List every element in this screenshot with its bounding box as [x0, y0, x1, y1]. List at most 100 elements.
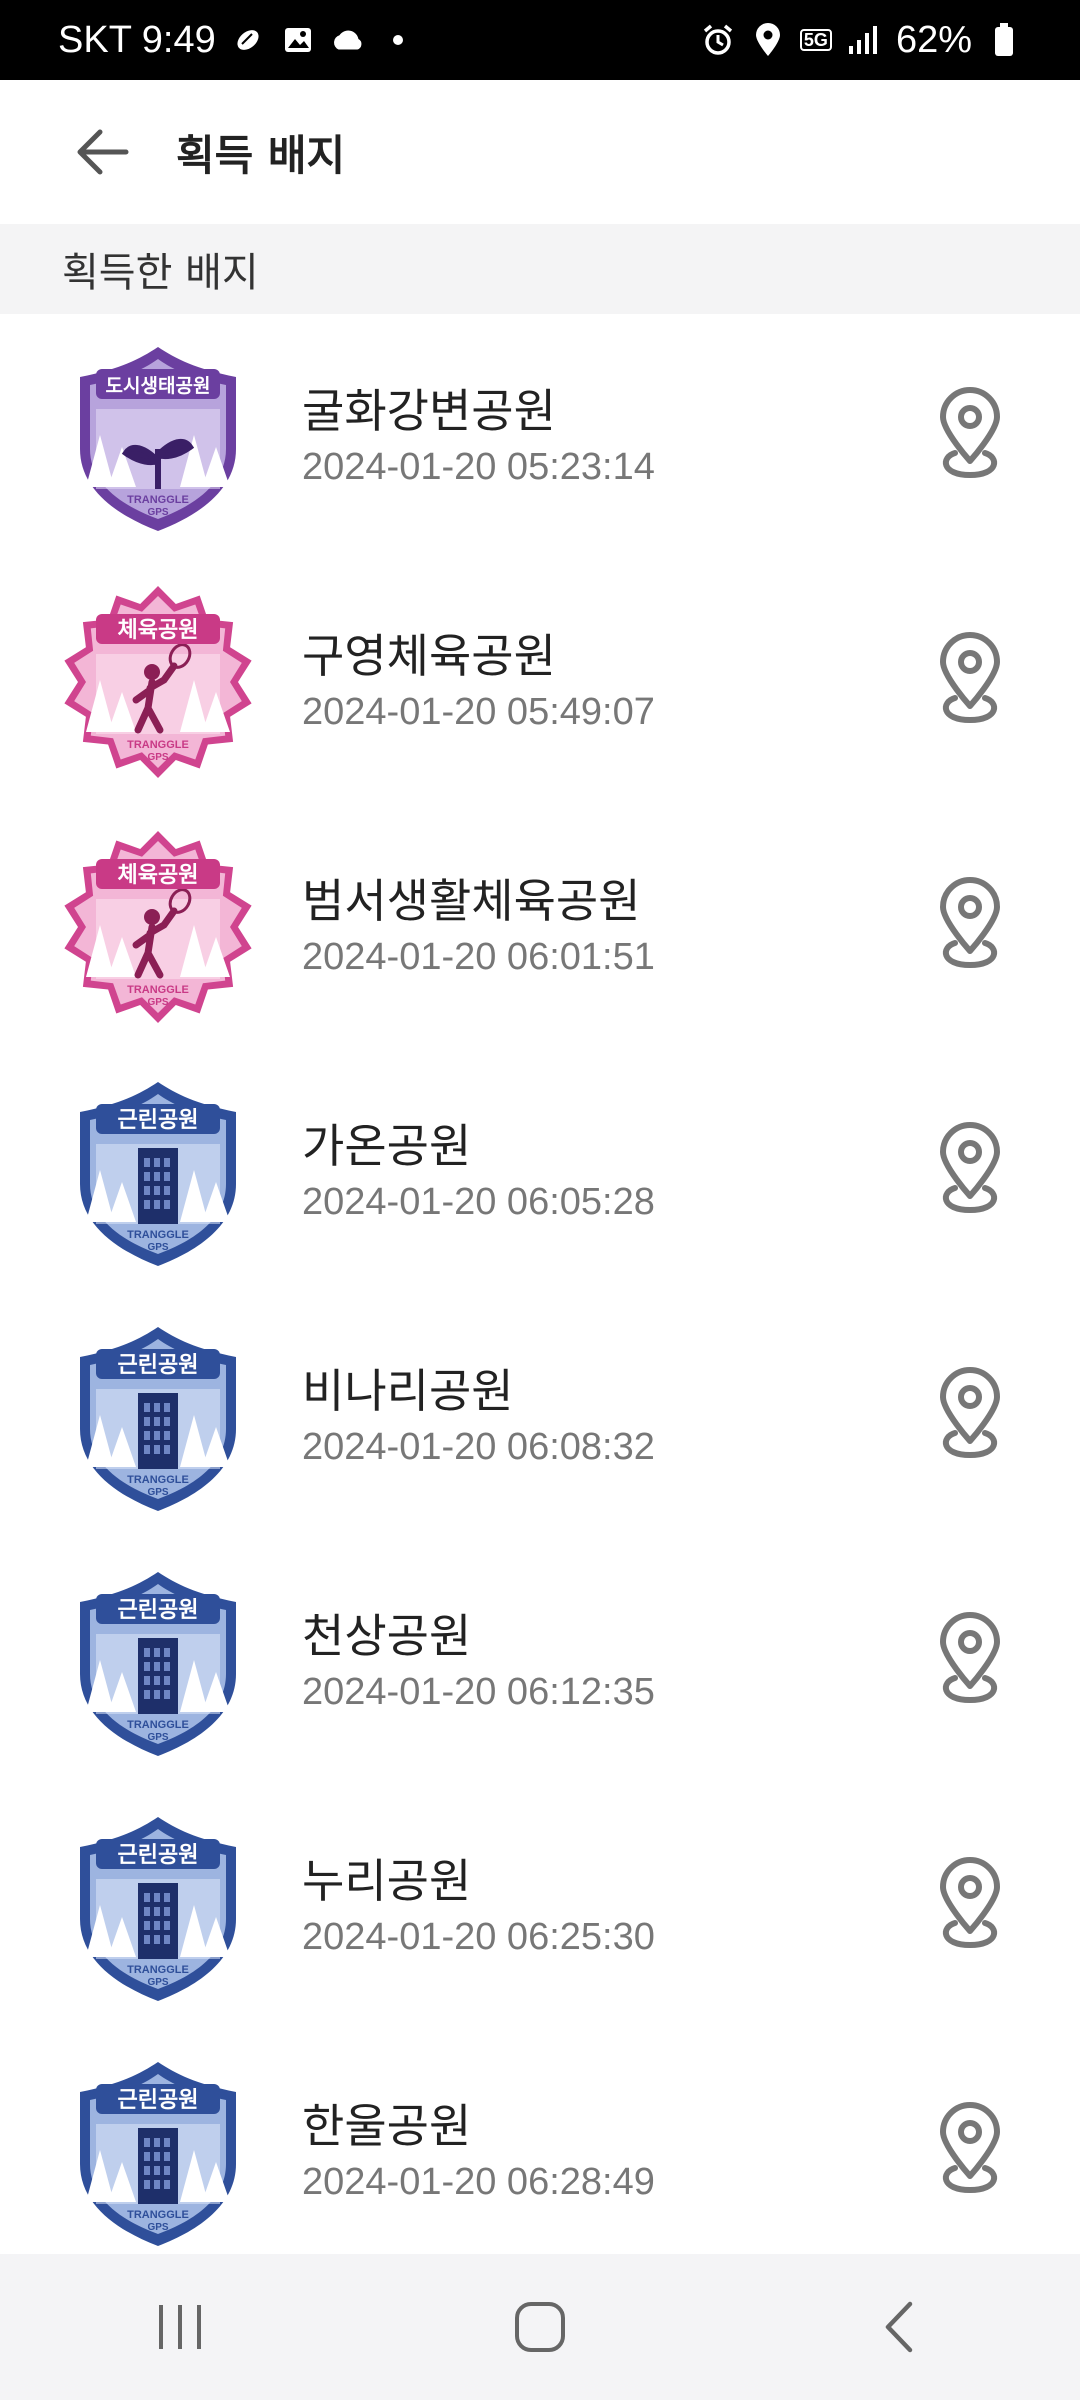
page-title: 획득 배지	[176, 130, 346, 180]
badge-info: 굴화강변공원 2024-01-20 05:23:14	[302, 381, 655, 493]
map-location-button[interactable]	[922, 872, 1018, 982]
badge-info: 범서생활체육공원 2024-01-20 06:01:51	[302, 871, 655, 983]
system-nav-bar	[0, 2254, 1080, 2400]
map-location-button[interactable]	[922, 1117, 1018, 1227]
svg-text:TRANGGLE: TRANGGLE	[127, 739, 189, 751]
svg-text:GPS: GPS	[147, 2222, 168, 2233]
svg-text:GPS: GPS	[147, 507, 168, 518]
badge-row[interactable]: 근린공원 TRANGGLE GPS 천상공원 2024-01-20 06:12:…	[0, 1539, 1080, 1784]
park-name: 천상공원	[302, 1608, 472, 1663]
svg-text:GPS: GPS	[147, 1732, 168, 1743]
acquired-date: 2024-01-20 05:49:07	[302, 690, 655, 733]
carrier-time: SKT 9:49	[58, 18, 216, 61]
map-pin-icon	[933, 630, 1007, 734]
network-type-badge: 5G	[799, 29, 832, 51]
svg-text:GPS: GPS	[147, 1242, 168, 1253]
badge-info: 천상공원 2024-01-20 06:12:35	[302, 1606, 655, 1718]
map-pin-icon	[933, 1365, 1007, 1469]
gallery-icon	[280, 20, 316, 60]
battery-percent: 62%	[895, 18, 972, 61]
cloud-icon	[330, 20, 366, 60]
map-pin-icon	[933, 2100, 1007, 2204]
arrow-left-icon	[77, 129, 129, 175]
park-name: 비나리공원	[302, 1363, 514, 1418]
badge-info: 한울공원 2024-01-20 06:28:49	[302, 2096, 655, 2208]
map-location-button[interactable]	[922, 382, 1018, 492]
svg-text:TRANGGLE: TRANGGLE	[127, 1719, 189, 1731]
svg-text:체육공원: 체육공원	[118, 863, 199, 888]
recents-icon	[159, 2305, 201, 2349]
recents-button[interactable]	[120, 2277, 240, 2377]
svg-text:근린공원: 근린공원	[118, 1843, 199, 1868]
park-name: 가온공원	[302, 1118, 472, 1173]
map-location-button[interactable]	[922, 1852, 1018, 1962]
svg-text:근린공원: 근린공원	[118, 1598, 199, 1623]
badge-row[interactable]: 근린공원 TRANGGLE GPS 가온공원 2024-01-20 06:05:…	[0, 1049, 1080, 1294]
park-name: 범서생활체육공원	[302, 873, 641, 928]
svg-text:GPS: GPS	[147, 752, 168, 763]
svg-text:TRANGGLE: TRANGGLE	[127, 1229, 189, 1241]
svg-text:근린공원: 근린공원	[118, 2088, 199, 2113]
map-location-button[interactable]	[922, 1362, 1018, 1472]
acquired-date: 2024-01-20 06:12:35	[302, 1670, 655, 1713]
battery-icon	[986, 20, 1022, 60]
svg-text:근린공원: 근린공원	[118, 1108, 199, 1133]
acquired-date: 2024-01-20 06:25:30	[302, 1915, 655, 1958]
svg-text:TRANGGLE: TRANGGLE	[127, 1964, 189, 1976]
badge-info: 비나리공원 2024-01-20 06:08:32	[302, 1361, 655, 1473]
map-location-button[interactable]	[922, 1607, 1018, 1717]
svg-text:TRANGGLE: TRANGGLE	[127, 984, 189, 996]
acquired-date: 2024-01-20 06:08:32	[302, 1425, 655, 1468]
app-bar: 획득 배지	[0, 80, 1080, 224]
badge-info: 구영체육공원 2024-01-20 05:49:07	[302, 626, 655, 738]
badge-neighborhood: 근린공원 TRANGGLE GPS	[60, 2054, 256, 2250]
badge-row[interactable]: 근린공원 TRANGGLE GPS 한울공원 2024-01-20 06:28:…	[0, 2029, 1080, 2254]
map-location-button[interactable]	[922, 2097, 1018, 2207]
badge-row[interactable]: 체육공원 TRANGGLE GPS 구영체육공원 2024-01-20 05:4…	[0, 559, 1080, 804]
badge-sports: 체육공원 TRANGGLE GPS	[60, 829, 256, 1025]
svg-text:도시생태공원: 도시생태공원	[106, 375, 211, 397]
location-icon	[750, 20, 786, 60]
badge-info: 가온공원 2024-01-20 06:05:28	[302, 1116, 655, 1228]
map-pin-icon	[933, 1120, 1007, 1224]
map-pin-icon	[933, 875, 1007, 979]
acquired-date: 2024-01-20 05:23:14	[302, 445, 655, 488]
running-shoe-icon	[230, 20, 266, 60]
badge-sports: 체육공원 TRANGGLE GPS	[60, 584, 256, 780]
status-bar: SKT 9:49 5G 62%	[0, 0, 1080, 80]
acquired-date: 2024-01-20 06:28:49	[302, 2160, 655, 2203]
home-icon	[515, 2302, 565, 2352]
system-back-button[interactable]	[840, 2277, 960, 2377]
badge-row[interactable]: 근린공원 TRANGGLE GPS 누리공원 2024-01-20 06:25:…	[0, 1784, 1080, 2029]
svg-text:TRANGGLE: TRANGGLE	[127, 1474, 189, 1486]
badge-list[interactable]: 도시생태공원 TRANGGLE GPS 굴화강변공원 2024-01-20 05…	[0, 314, 1080, 2254]
back-icon	[885, 2301, 913, 2353]
svg-text:TRANGGLE: TRANGGLE	[127, 2209, 189, 2221]
map-pin-icon	[933, 1855, 1007, 1959]
section-header: 획득한 배지	[0, 224, 1080, 314]
notification-dot-icon	[380, 20, 416, 60]
map-pin-icon	[933, 385, 1007, 489]
map-location-button[interactable]	[922, 627, 1018, 737]
svg-text:GPS: GPS	[147, 1977, 168, 1988]
badge-info: 누리공원 2024-01-20 06:25:30	[302, 1851, 655, 1963]
badge-neighborhood: 근린공원 TRANGGLE GPS	[60, 1809, 256, 2005]
park-name: 누리공원	[302, 1853, 472, 1908]
badge-neighborhood: 근린공원 TRANGGLE GPS	[60, 1074, 256, 1270]
badge-neighborhood: 근린공원 TRANGGLE GPS	[60, 1564, 256, 1760]
badge-row[interactable]: 근린공원 TRANGGLE GPS 비나리공원 2024-01-20 06:08…	[0, 1294, 1080, 1539]
alarm-icon	[700, 20, 736, 60]
park-name: 구영체육공원	[302, 628, 556, 683]
svg-text:GPS: GPS	[147, 997, 168, 1008]
park-name: 굴화강변공원	[302, 383, 556, 438]
park-name: 한울공원	[302, 2098, 472, 2153]
map-pin-icon	[933, 1610, 1007, 1714]
back-button[interactable]	[62, 112, 142, 192]
badge-row[interactable]: 체육공원 TRANGGLE GPS 범서생활체육공원 2024-01-20 06…	[0, 804, 1080, 1049]
badge-neighborhood: 근린공원 TRANGGLE GPS	[60, 1319, 256, 1515]
home-button[interactable]	[480, 2277, 600, 2377]
svg-text:GPS: GPS	[147, 1487, 168, 1498]
svg-text:체육공원: 체육공원	[118, 618, 199, 643]
badge-row[interactable]: 도시생태공원 TRANGGLE GPS 굴화강변공원 2024-01-20 05…	[0, 314, 1080, 559]
signal-icon	[846, 20, 882, 60]
